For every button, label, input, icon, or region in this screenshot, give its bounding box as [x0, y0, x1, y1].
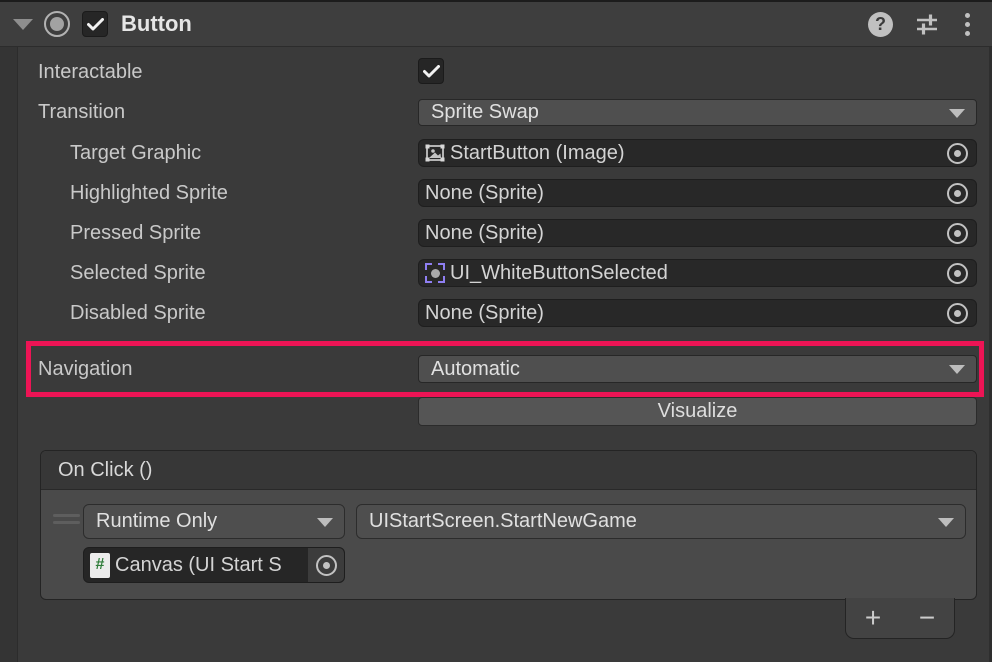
presets-icon[interactable] [914, 11, 940, 37]
row-highlighted-sprite: Highlighted Sprite None (Sprite) [0, 179, 992, 207]
object-picker-icon[interactable] [947, 223, 968, 244]
checkmark-icon [87, 18, 104, 31]
visualize-button[interactable]: Visualize [418, 397, 977, 426]
navigation-label: Navigation [38, 358, 133, 381]
transition-label: Transition [38, 101, 125, 124]
highlighted-sprite-field[interactable]: None (Sprite) [418, 179, 977, 207]
highlighted-sprite-label: Highlighted Sprite [70, 182, 228, 205]
target-graphic-label: Target Graphic [70, 142, 201, 165]
component-title: Button [121, 11, 192, 37]
foldout-arrow-icon[interactable] [13, 19, 33, 30]
object-picker-icon [316, 555, 337, 576]
interactable-checkbox[interactable] [418, 58, 444, 84]
selected-sprite-field[interactable]: UI_WhiteButtonSelected [418, 259, 977, 287]
event-target-field[interactable]: # Canvas (UI Start S [83, 547, 345, 583]
component-header: Button ? [0, 0, 992, 47]
on-click-header: On Click () [41, 451, 976, 490]
help-icon[interactable]: ? [868, 12, 893, 37]
row-interactable: Interactable [0, 58, 992, 86]
event-mode-dropdown[interactable]: Runtime Only [83, 504, 345, 539]
event-function-dropdown[interactable]: UIStartScreen.StartNewGame [356, 504, 966, 539]
disabled-sprite-label: Disabled Sprite [70, 302, 206, 325]
pressed-sprite-field[interactable]: None (Sprite) [418, 219, 977, 247]
navigation-dropdown[interactable]: Automatic [418, 355, 977, 383]
selected-sprite-label: Selected Sprite [70, 262, 206, 285]
object-picker-icon[interactable] [947, 143, 968, 164]
chevron-down-icon [949, 109, 965, 118]
chevron-down-icon [317, 518, 333, 527]
highlighted-sprite-value: None (Sprite) [425, 182, 544, 205]
transition-dropdown[interactable]: Sprite Swap [418, 99, 977, 126]
on-click-body: Runtime Only UIStartScreen.StartNewGame … [41, 490, 976, 600]
target-graphic-value: StartButton (Image) [450, 142, 625, 165]
drag-handle-icon[interactable] [53, 514, 80, 524]
event-function-value: UIStartScreen.StartNewGame [369, 510, 637, 533]
row-pressed-sprite: Pressed Sprite None (Sprite) [0, 219, 992, 247]
pressed-sprite-value: None (Sprite) [425, 222, 544, 245]
button-component-icon [44, 11, 70, 37]
unity-inspector-button-component: Button ? Interactable [0, 0, 992, 662]
object-picker-icon[interactable] [947, 263, 968, 284]
object-picker-icon[interactable] [947, 303, 968, 324]
on-click-event-box: On Click () Runtime Only UIStartScreen.S… [40, 450, 977, 600]
chevron-down-icon [938, 518, 954, 527]
interactable-label: Interactable [38, 61, 143, 84]
checkmark-icon [423, 65, 440, 78]
image-icon [425, 143, 445, 163]
component-enabled-checkbox[interactable] [82, 11, 108, 37]
row-target-graphic: Target Graphic StartButton (Image) [0, 139, 992, 167]
selected-sprite-value: UI_WhiteButtonSelected [450, 262, 668, 285]
disabled-sprite-field[interactable]: None (Sprite) [418, 299, 977, 327]
disabled-sprite-value: None (Sprite) [425, 302, 544, 325]
transition-value: Sprite Swap [431, 101, 539, 124]
object-picker-cap[interactable] [308, 548, 344, 582]
row-disabled-sprite: Disabled Sprite None (Sprite) [0, 299, 992, 327]
target-graphic-field[interactable]: StartButton (Image) [418, 139, 977, 167]
add-event-button[interactable]: + [846, 599, 900, 637]
event-list-footer: + − [845, 598, 955, 639]
event-target-value: Canvas (UI Start S [115, 554, 282, 577]
event-mode-value: Runtime Only [96, 510, 217, 533]
sprite-icon [425, 263, 445, 283]
row-navigation: Navigation Automatic [0, 355, 992, 383]
navigation-value: Automatic [431, 358, 520, 381]
object-picker-icon[interactable] [947, 183, 968, 204]
chevron-down-icon [949, 365, 965, 374]
pressed-sprite-label: Pressed Sprite [70, 222, 201, 245]
row-selected-sprite: Selected Sprite UI_WhiteButtonSelected [0, 259, 992, 287]
on-click-title: On Click () [58, 459, 152, 482]
row-transition: Transition Sprite Swap [0, 99, 992, 126]
script-icon: # [90, 553, 110, 578]
remove-event-button[interactable]: − [900, 599, 954, 637]
kebab-menu-icon[interactable] [961, 13, 974, 36]
